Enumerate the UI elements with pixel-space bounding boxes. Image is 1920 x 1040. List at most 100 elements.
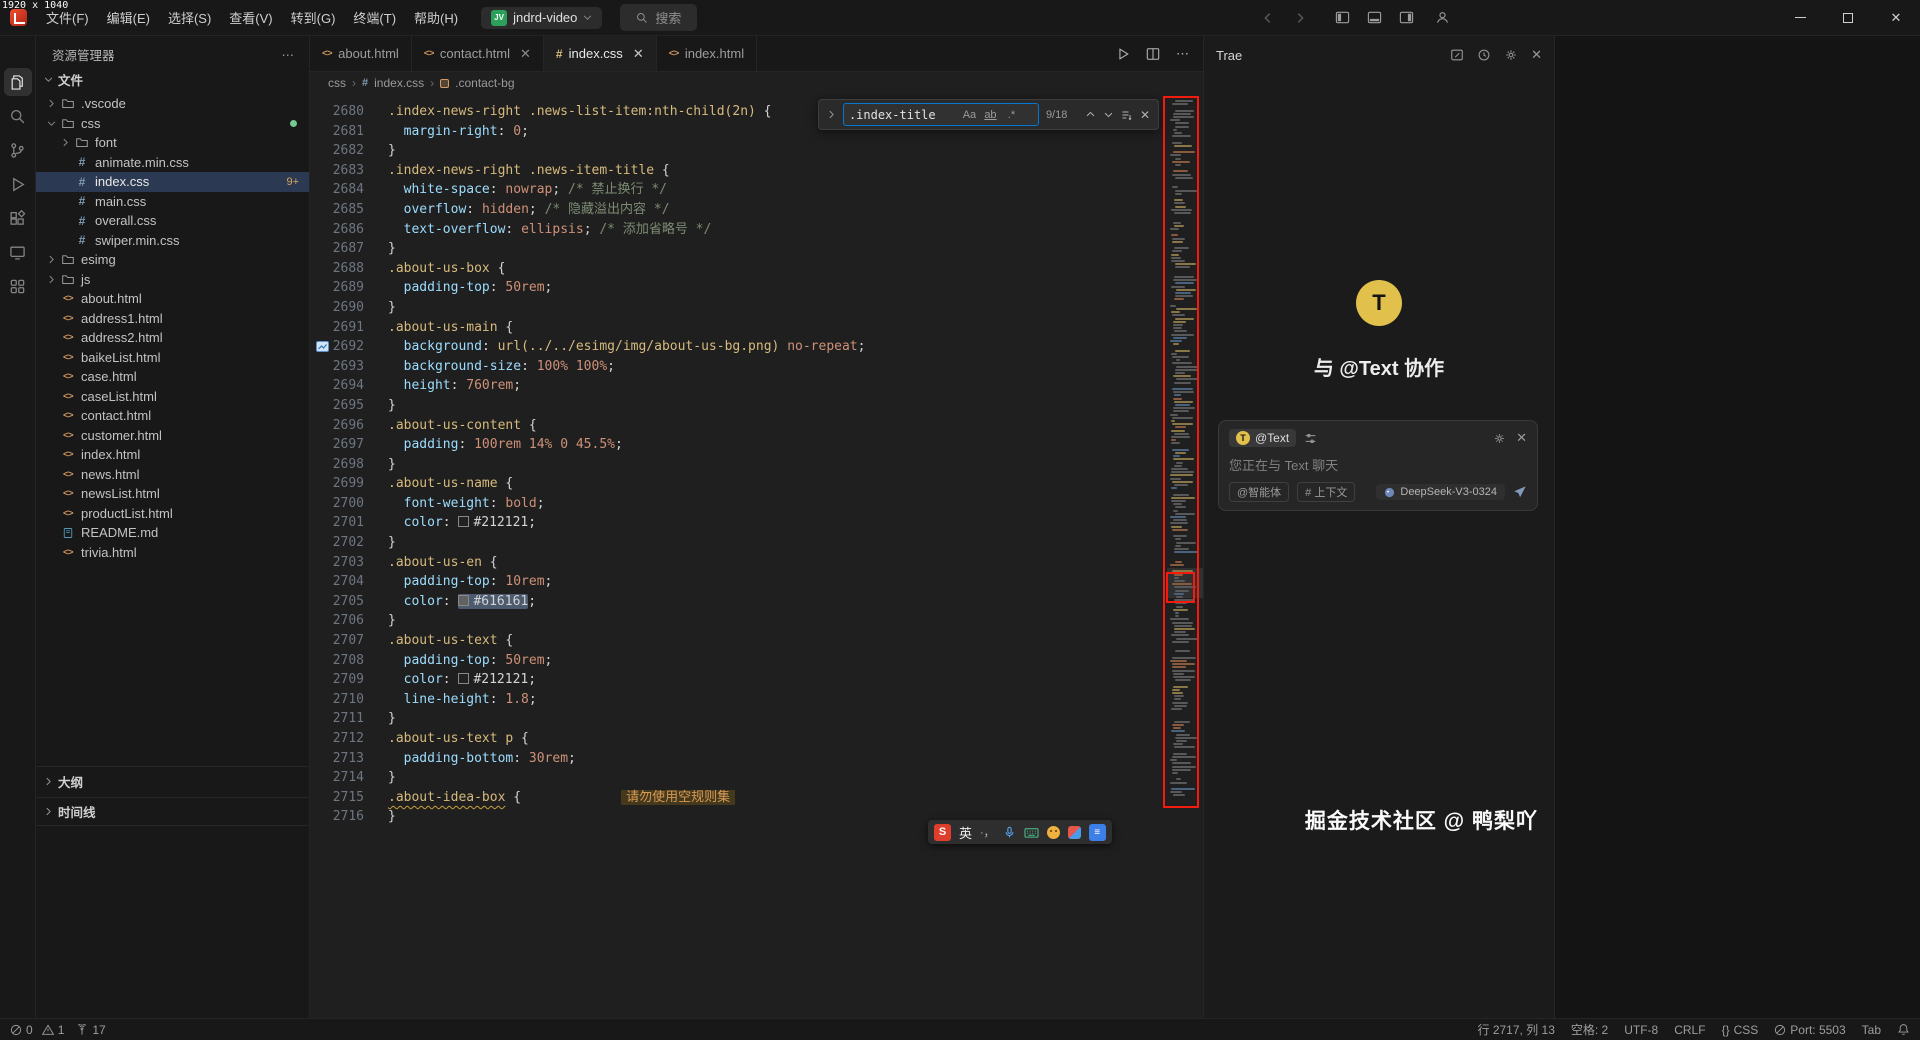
tree-item-productList.html[interactable]: <>productList.html bbox=[36, 504, 309, 524]
tree-item-.vscode[interactable]: .vscode bbox=[36, 94, 309, 114]
code-line-2711[interactable]: 2711} bbox=[310, 709, 1167, 729]
whole-word-icon[interactable]: ab bbox=[982, 109, 999, 121]
code-line-2682[interactable]: 2682} bbox=[310, 141, 1167, 161]
live-preview-icon[interactable] bbox=[4, 238, 32, 266]
line-number[interactable]: 2711 bbox=[310, 709, 388, 729]
line-number[interactable]: 2708 bbox=[310, 651, 388, 671]
tree-item-customer.html[interactable]: <>customer.html bbox=[36, 426, 309, 446]
tab-close-icon[interactable]: ✕ bbox=[520, 46, 531, 62]
menu-item[interactable]: 查看(V) bbox=[220, 4, 281, 31]
cursor-position[interactable]: 行 2717, 列 13 bbox=[1477, 1021, 1554, 1038]
tree-item-newsList.html[interactable]: <>newsList.html bbox=[36, 484, 309, 504]
line-number[interactable]: 2684 bbox=[310, 180, 388, 200]
line-number[interactable]: 2701 bbox=[310, 513, 388, 533]
chat-settings-gear-icon[interactable] bbox=[1493, 432, 1506, 445]
more-actions-icon[interactable]: ⋯ bbox=[282, 47, 296, 62]
code-line-2692[interactable]: 2692 background: url(../../esimg/img/abo… bbox=[310, 337, 1167, 357]
language-mode[interactable]: {} CSS bbox=[1722, 1023, 1759, 1037]
chat-input-placeholder[interactable]: 您正在与 Text 聊天 bbox=[1229, 455, 1527, 474]
tree-item-about.html[interactable]: <>about.html bbox=[36, 289, 309, 309]
line-number[interactable]: 2697 bbox=[310, 435, 388, 455]
regex-icon[interactable]: .* bbox=[1003, 109, 1020, 121]
chat-close-icon[interactable]: ✕ bbox=[1516, 430, 1527, 446]
line-number[interactable]: 2715 bbox=[310, 788, 388, 808]
code-line-2715[interactable]: 2715.about-idea-box {请勿使用空规则集 bbox=[310, 788, 1167, 808]
keyboard-icon[interactable] bbox=[1024, 826, 1039, 839]
code-line-2704[interactable]: 2704 padding-top: 10rem; bbox=[310, 572, 1167, 592]
menu-item[interactable]: 帮助(H) bbox=[405, 4, 467, 31]
code-line-2699[interactable]: 2699.about-us-name { bbox=[310, 474, 1167, 494]
window-maximize-button[interactable] bbox=[1824, 0, 1872, 36]
code-line-2712[interactable]: 2712.about-us-text p { bbox=[310, 729, 1167, 749]
line-number[interactable]: 2686 bbox=[310, 220, 388, 240]
line-number[interactable]: 2690 bbox=[310, 298, 388, 318]
tree-item-address2.html[interactable]: <>address2.html bbox=[36, 328, 309, 348]
line-number[interactable]: 2707 bbox=[310, 631, 388, 651]
line-number[interactable]: 2687 bbox=[310, 239, 388, 259]
code-line-2690[interactable]: 2690} bbox=[310, 298, 1167, 318]
find-next-icon[interactable] bbox=[1103, 109, 1114, 120]
code-line-2683[interactable]: 2683.index-news-right .news-item-title { bbox=[310, 161, 1167, 181]
color-swatch[interactable] bbox=[458, 673, 469, 684]
line-number[interactable]: 2714 bbox=[310, 768, 388, 788]
code-editor[interactable]: 2680.index-news-right .news-list-item:nt… bbox=[310, 94, 1203, 1018]
project-switcher[interactable]: JV jndrd-video bbox=[481, 7, 602, 29]
tree-item-baikeList.html[interactable]: <>baikeList.html bbox=[36, 348, 309, 368]
line-number[interactable]: 2693 bbox=[310, 357, 388, 377]
window-minimize-button[interactable] bbox=[1776, 0, 1824, 36]
line-number[interactable]: 2685 bbox=[310, 200, 388, 220]
new-chat-icon[interactable] bbox=[1450, 48, 1464, 62]
code-line-2684[interactable]: 2684 white-space: nowrap; /* 禁止换行 */ bbox=[310, 180, 1167, 200]
problems-indicator[interactable]: 0 1 bbox=[10, 1023, 64, 1037]
explorer-icon[interactable] bbox=[4, 68, 32, 96]
indentation[interactable]: 空格: 2 bbox=[1571, 1021, 1608, 1038]
tab-index.html[interactable]: <>index.html bbox=[657, 36, 757, 71]
outline-section-header[interactable]: 大纲 bbox=[36, 766, 309, 795]
apps-grid-icon[interactable] bbox=[4, 272, 32, 300]
line-number[interactable]: 2705 bbox=[310, 592, 388, 612]
encoding[interactable]: UTF-8 bbox=[1624, 1023, 1658, 1037]
tree-item-main.css[interactable]: #main.css bbox=[36, 192, 309, 212]
line-number[interactable]: 2710 bbox=[310, 690, 388, 710]
find-in-selection-icon[interactable] bbox=[1121, 109, 1133, 121]
code-line-2689[interactable]: 2689 padding-top: 50rem; bbox=[310, 278, 1167, 298]
tree-item-README.md[interactable]: README.md bbox=[36, 523, 309, 543]
nav-back-button[interactable] bbox=[1256, 6, 1280, 30]
line-number[interactable]: 2682 bbox=[310, 141, 388, 161]
sogou-logo-icon[interactable]: S bbox=[934, 824, 951, 841]
code-line-2687[interactable]: 2687} bbox=[310, 239, 1167, 259]
tree-item-js[interactable]: js bbox=[36, 270, 309, 290]
run-file-icon[interactable] bbox=[1116, 47, 1130, 61]
tree-item-case.html[interactable]: <>case.html bbox=[36, 367, 309, 387]
agent-picker-chip[interactable]: @智能体 bbox=[1229, 482, 1289, 502]
files-section-header[interactable]: 文件 bbox=[36, 66, 309, 92]
code-line-2710[interactable]: 2710 line-height: 1.8; bbox=[310, 690, 1167, 710]
minimap[interactable] bbox=[1167, 94, 1203, 1018]
tree-item-css[interactable]: css bbox=[36, 114, 309, 134]
eol-sequence[interactable]: CRLF bbox=[1674, 1023, 1705, 1037]
toggle-secondary-sidebar-icon[interactable] bbox=[1394, 6, 1418, 30]
nav-forward-button[interactable] bbox=[1288, 6, 1312, 30]
find-previous-icon[interactable] bbox=[1085, 109, 1096, 120]
code-line-2714[interactable]: 2714} bbox=[310, 768, 1167, 788]
menu-item[interactable]: 编辑(E) bbox=[98, 4, 159, 31]
tab-index.css[interactable]: #index.css✕ bbox=[544, 36, 657, 71]
agent-context-chip[interactable]: T @Text bbox=[1229, 429, 1296, 447]
chat-input-card[interactable]: T @Text ✕ 您正在与 Text 聊天 @智能体 # 上下文 bbox=[1218, 420, 1538, 511]
code-line-2686[interactable]: 2686 text-overflow: ellipsis; /* 添加省略号 *… bbox=[310, 220, 1167, 240]
breadcrumb-symbol[interactable]: .contact-bg bbox=[455, 76, 514, 90]
line-number[interactable]: 2703 bbox=[310, 553, 388, 573]
match-case-icon[interactable]: Aa bbox=[961, 109, 978, 121]
code-line-2701[interactable]: 2701 color: #212121; bbox=[310, 513, 1167, 533]
line-number[interactable]: 2695 bbox=[310, 396, 388, 416]
line-number[interactable]: 2706 bbox=[310, 611, 388, 631]
ime-toolbar[interactable]: S 英 ·， ≡ bbox=[928, 820, 1112, 844]
code-line-2694[interactable]: 2694 height: 760rem; bbox=[310, 376, 1167, 396]
menu-item[interactable]: 转到(G) bbox=[282, 4, 345, 31]
source-control-icon[interactable] bbox=[4, 136, 32, 164]
line-number[interactable]: 2696 bbox=[310, 416, 388, 436]
live-server-port[interactable]: Port: 5503 bbox=[1774, 1023, 1845, 1037]
split-editor-icon[interactable] bbox=[1146, 47, 1160, 61]
code-line-2688[interactable]: 2688.about-us-box { bbox=[310, 259, 1167, 279]
emoji-icon[interactable] bbox=[1047, 826, 1060, 839]
